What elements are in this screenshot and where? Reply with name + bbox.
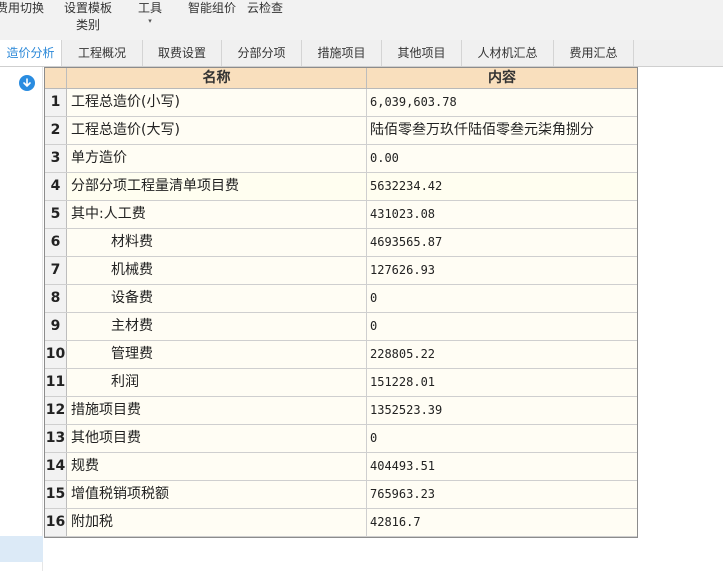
row-index[interactable]: 6 (45, 229, 67, 256)
row-index[interactable]: 14 (45, 453, 67, 480)
cloud-check-label: 云检查 (246, 1, 283, 15)
row-name-cell[interactable]: 设备费 (67, 285, 367, 312)
fee-switch-button[interactable]: 费用切换 (0, 0, 46, 17)
template-category-label: 设置模板 (63, 1, 112, 15)
tab-project-overview[interactable]: 工程概况 (62, 40, 143, 66)
left-sidebar (0, 67, 43, 571)
tab-other-items[interactable]: 其他项目 (382, 40, 462, 66)
smart-pricing-label: 智能组价 (187, 1, 236, 15)
row-content-cell[interactable]: 42816.7 (367, 509, 637, 536)
tab-measure-items[interactable]: 措施项目 (302, 40, 382, 66)
tab-fee-settings[interactable]: 取费设置 (143, 40, 222, 66)
row-name-cell[interactable]: 工程总造价(小写) (67, 89, 367, 116)
row-index[interactable]: 8 (45, 285, 67, 312)
row-content-cell[interactable]: 陆佰零叁万玖仟陆佰零叁元柒角捌分 (367, 117, 637, 144)
table-row[interactable]: 7 机械费 127626.93 (45, 257, 637, 285)
row-content-cell[interactable]: 228805.22 (367, 341, 637, 368)
row-index[interactable]: 7 (45, 257, 67, 284)
row-index[interactable]: 2 (45, 117, 67, 144)
table-row[interactable]: 12 措施项目费 1352523.39 (45, 397, 637, 425)
header-index-cell (45, 68, 67, 88)
row-content-cell[interactable]: 151228.01 (367, 369, 637, 396)
row-name-cell[interactable]: 管理费 (67, 341, 367, 368)
row-name-cell[interactable]: 主材费 (67, 313, 367, 340)
row-index[interactable]: 12 (45, 397, 67, 424)
header-name[interactable]: 名称 (67, 68, 367, 88)
row-content-cell[interactable]: 1352523.39 (367, 397, 637, 424)
row-content-cell[interactable]: 0 (367, 285, 637, 312)
table-row[interactable]: 14 规费 404493.51 (45, 453, 637, 481)
template-category-label-line2: 类别 (75, 18, 100, 32)
row-content-cell[interactable]: 0 (367, 313, 637, 340)
cost-analysis-table: 名称 内容 1 工程总造价(小写) 6,039,603.78 2 工程总造价(大写) 陆佰… (44, 67, 638, 538)
table-row[interactable]: 1 工程总造价(小写) 6,039,603.78 (45, 89, 637, 117)
tab-labor-material-summary[interactable]: 人材机汇总 (462, 40, 554, 66)
row-name-cell[interactable]: 其中:人工费 (67, 201, 367, 228)
table-row[interactable]: 11 利润 151228.01 (45, 369, 637, 397)
smart-pricing-button[interactable]: 智能组价 (186, 0, 238, 17)
table-body: 1 工程总造价(小写) 6,039,603.78 2 工程总造价(大写) 陆佰零叁万玖仟陆… (45, 89, 637, 537)
table-row[interactable]: 3 单方造价 0.00 (45, 145, 637, 173)
row-name-cell[interactable]: 机械费 (67, 257, 367, 284)
table-row[interactable]: 15 增值税销项税额 765963.23 (45, 481, 637, 509)
row-index[interactable]: 1 (45, 89, 67, 116)
row-content-cell[interactable]: 127626.93 (367, 257, 637, 284)
row-name-cell[interactable]: 分部分项工程量清单项目费 (67, 173, 367, 200)
row-content-cell[interactable]: 0.00 (367, 145, 637, 172)
row-content-cell[interactable]: 404493.51 (367, 453, 637, 480)
row-index[interactable]: 5 (45, 201, 67, 228)
table-row[interactable]: 13 其他项目费 0 (45, 425, 637, 453)
download-circle-icon[interactable] (19, 75, 35, 91)
row-content-cell[interactable]: 431023.08 (367, 201, 637, 228)
row-index[interactable]: 13 (45, 425, 67, 452)
tab-cost-analysis[interactable]: 造价分析 (0, 40, 62, 66)
row-content-cell[interactable]: 4693565.87 (367, 229, 637, 256)
tab-cost-summary[interactable]: 费用汇总 (554, 40, 634, 66)
tools-dropdown-button[interactable]: 工具 ▾ (134, 0, 166, 25)
table-row[interactable]: 5 其中:人工费 431023.08 (45, 201, 637, 229)
table-row[interactable]: 6 材料费 4693565.87 (45, 229, 637, 257)
table-row[interactable]: 4 分部分项工程量清单项目费 5632234.42 (45, 173, 637, 201)
row-index[interactable]: 10 (45, 341, 67, 368)
row-index[interactable]: 4 (45, 173, 67, 200)
sidebar-selected-item[interactable] (0, 536, 43, 562)
cloud-check-button[interactable]: 云检查 (244, 0, 286, 17)
row-index[interactable]: 11 (45, 369, 67, 396)
table-header: 名称 内容 (45, 68, 637, 89)
row-index[interactable]: 9 (45, 313, 67, 340)
row-name-cell[interactable]: 单方造价 (67, 145, 367, 172)
row-name-cell[interactable]: 附加税 (67, 509, 367, 536)
header-content[interactable]: 内容 (367, 68, 637, 88)
table-row[interactable]: 9 主材费 0 (45, 313, 637, 341)
tools-label: 工具 (137, 1, 162, 15)
row-name-cell[interactable]: 措施项目费 (67, 397, 367, 424)
row-index[interactable]: 15 (45, 481, 67, 508)
table-row[interactable]: 2 工程总造价(大写) 陆佰零叁万玖仟陆佰零叁元柒角捌分 (45, 117, 637, 145)
row-name-cell[interactable]: 规费 (67, 453, 367, 480)
row-index[interactable]: 16 (45, 509, 67, 536)
row-name-cell[interactable]: 利润 (67, 369, 367, 396)
table-row[interactable]: 10 管理费 228805.22 (45, 341, 637, 369)
tab-bar: 造价分析 工程概况 取费设置 分部分项 措施项目 其他项目 人材机汇总 费用汇总 (0, 40, 723, 67)
template-category-button[interactable]: 设置模板 类别 (62, 0, 114, 34)
tab-sub-items[interactable]: 分部分项 (222, 40, 302, 66)
row-name-cell[interactable]: 其他项目费 (67, 425, 367, 452)
row-content-cell[interactable]: 6,039,603.78 (367, 89, 637, 116)
chevron-down-icon: ▾ (148, 17, 152, 25)
table-row[interactable]: 16 附加税 42816.7 (45, 509, 637, 537)
row-content-cell[interactable]: 5632234.42 (367, 173, 637, 200)
fee-switch-label: 费用切换 (0, 1, 44, 15)
row-name-cell[interactable]: 工程总造价(大写) (67, 117, 367, 144)
row-content-cell[interactable]: 0 (367, 425, 637, 452)
row-content-cell[interactable]: 765963.23 (367, 481, 637, 508)
row-name-cell[interactable]: 增值税销项税额 (67, 481, 367, 508)
ribbon-toolbar: 费用切换 设置模板 类别 工具 ▾ 智能组价 云检查 (0, 0, 723, 40)
table-row[interactable]: 8 设备费 0 (45, 285, 637, 313)
row-index[interactable]: 3 (45, 145, 67, 172)
row-name-cell[interactable]: 材料费 (67, 229, 367, 256)
